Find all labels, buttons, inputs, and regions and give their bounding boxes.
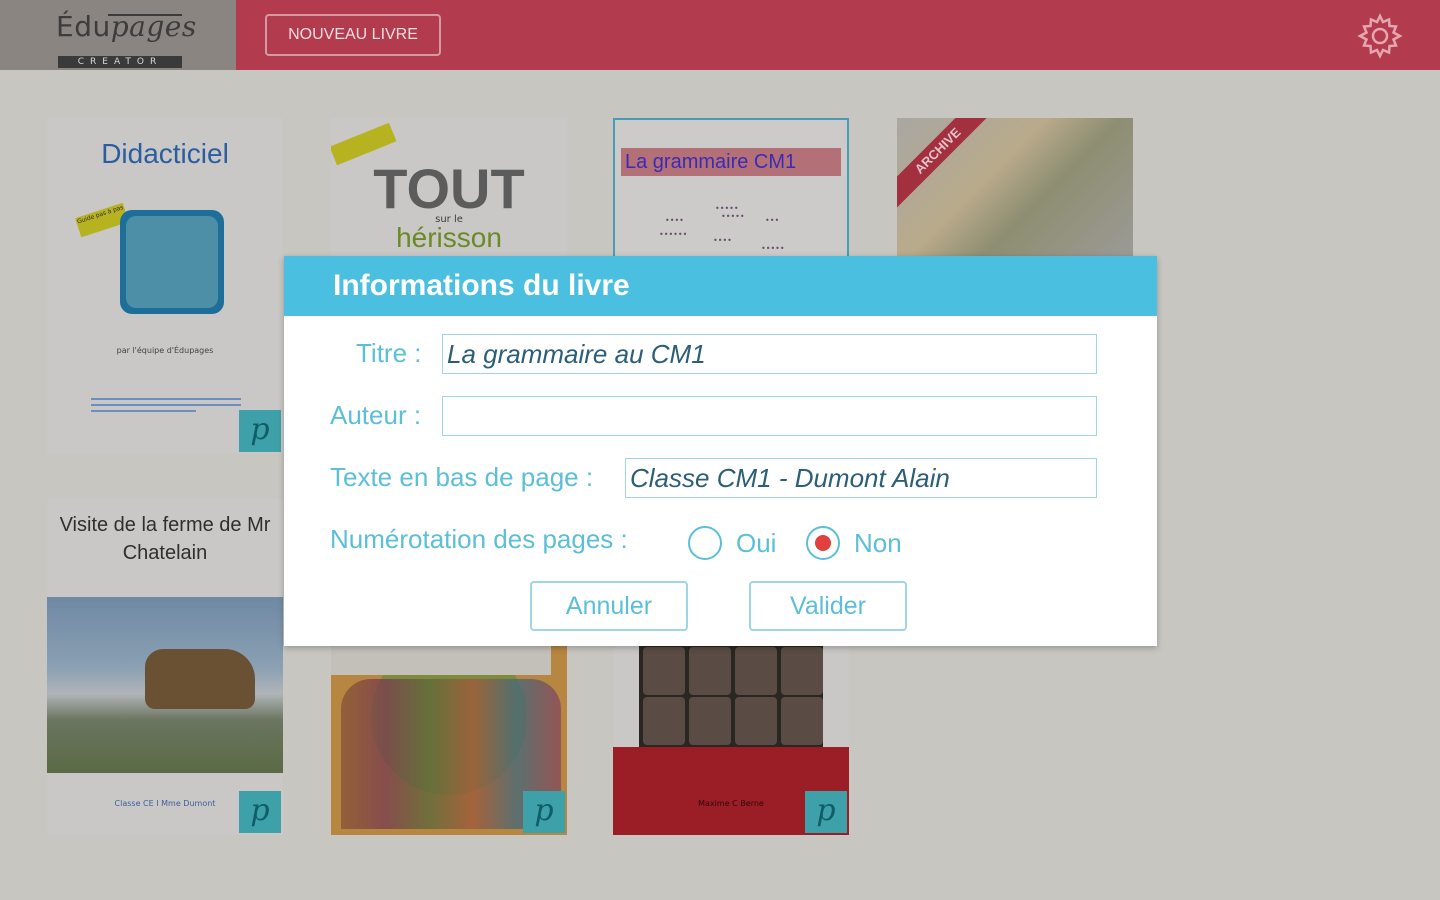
portrait-grid [639, 645, 823, 747]
logo-subtitle: CREATOR [58, 56, 182, 68]
book-card[interactable]: Visite de la ferme de Mr Chatelain Class… [47, 499, 283, 835]
book-info-dialog: Informations du livre Titre : La grammai… [284, 256, 1157, 646]
word-cloud: ••••• •••• ••••• ••• •••••• •••• ••••• [659, 204, 785, 253]
book-title: Visite de la ferme de Mr Chatelain [59, 514, 271, 564]
page-numbering-label: Numérotation des pages : [330, 524, 628, 554]
book-title: La grammaire CM1 [621, 148, 841, 176]
gear-icon[interactable] [1354, 10, 1406, 62]
p-badge-icon: p [523, 791, 565, 833]
app-logo: Édupages CREATOR [0, 0, 236, 70]
dialog-header: Informations du livre [284, 256, 1157, 316]
footer-text-label: Texte en bas de page : [330, 462, 594, 492]
p-badge-icon: p [805, 791, 847, 833]
titre-field[interactable]: La grammaire au CM1 [442, 334, 1097, 374]
radio-non[interactable] [806, 526, 840, 560]
auteur-field[interactable] [442, 396, 1097, 436]
dialog-title: Informations du livre [333, 269, 630, 302]
logo-italic: pages [110, 10, 197, 43]
book-icon [120, 210, 224, 314]
top-bar: Édupages CREATOR NOUVEAU LIVRE [0, 0, 1440, 70]
new-book-button[interactable]: NOUVEAU LIVRE [265, 14, 441, 56]
book-text-lines [91, 398, 241, 420]
titre-label: Titre : [356, 338, 422, 368]
footer-text-field[interactable]: Classe CM1 - Dumont Alain [625, 458, 1097, 498]
cancel-button[interactable]: Annuler [530, 581, 688, 631]
cow-image [145, 649, 255, 709]
book-cover-photo [897, 118, 1133, 256]
logo-text: Édupages [56, 10, 197, 43]
logo-main: Édu [56, 10, 111, 43]
book-card[interactable]: Didacticiel Guide pas à pas par l'équipe… [47, 118, 283, 454]
validate-button[interactable]: Valider [749, 581, 907, 631]
book-subtitle: hérisson [396, 222, 502, 253]
radio-oui[interactable] [688, 526, 722, 560]
p-badge-icon: p [239, 791, 281, 833]
auteur-label: Auteur : [330, 400, 422, 430]
p-badge-icon: p [239, 410, 281, 452]
radio-oui-label[interactable]: Oui [736, 528, 776, 559]
book-title: Didacticiel [101, 138, 229, 169]
book-title: TOUT [373, 157, 525, 220]
radio-non-label[interactable]: Non [854, 528, 902, 559]
book-byline: par l'équipe d'Édupages [116, 346, 214, 355]
